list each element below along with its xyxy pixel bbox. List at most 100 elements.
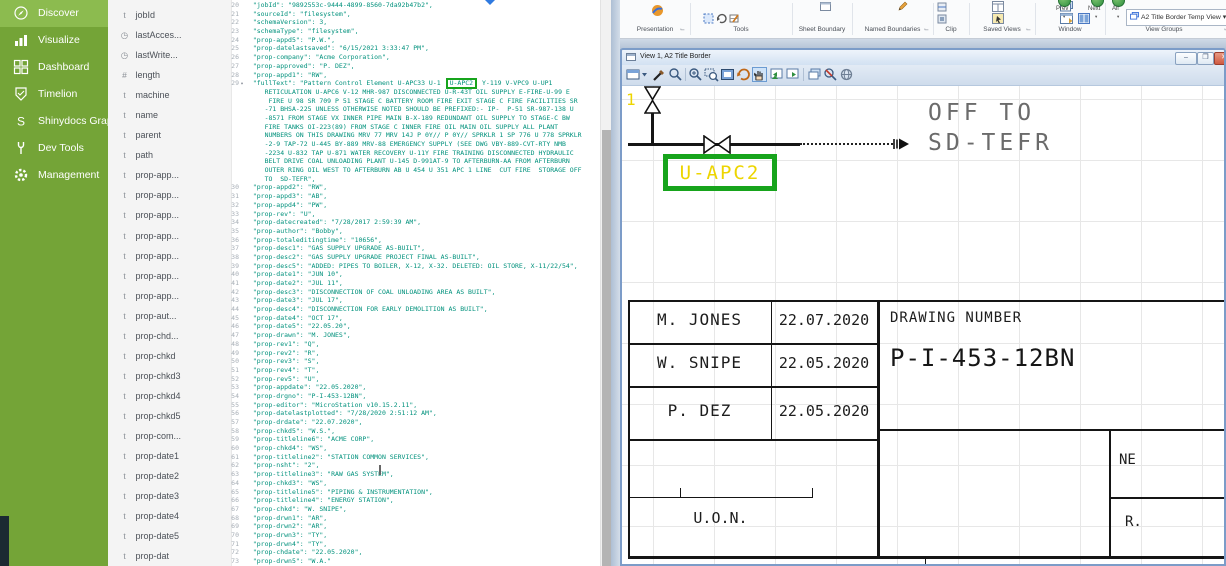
json-text: "prop-titleline6": "ACME CORP", — [245, 435, 374, 443]
sidebar-item-label: Discover — [38, 7, 79, 19]
dialog-launcher-icon[interactable]: ⌙ — [1026, 27, 1033, 34]
chevron-down-icon[interactable] — [641, 67, 648, 82]
presentation-icon[interactable] — [650, 3, 665, 18]
pan-view-icon[interactable] — [752, 67, 767, 82]
prev-button-label[interactable]: Prev — [1056, 6, 1068, 12]
json-line: 67 "prop-chkd": "W. SNIPE", — [226, 505, 600, 514]
field-list-item[interactable]: t prop-app... — [108, 225, 231, 245]
field-list-item[interactable]: t jobId — [108, 4, 231, 24]
field-list-item[interactable]: t machine — [108, 84, 231, 104]
edit-grid-tool-icon[interactable] — [729, 13, 740, 24]
chevron-down-icon[interactable]: ▾ — [1117, 14, 1119, 20]
field-list-item[interactable]: ◷ lastWrite... — [108, 44, 231, 64]
view-previous-icon[interactable] — [769, 67, 784, 82]
apply-saved-view-icon[interactable] — [992, 13, 1004, 24]
sidebar-item-shinydocs-graph[interactable]: S Shinydocs Graph — [0, 108, 108, 135]
field-label: parent — [135, 130, 161, 140]
field-list-item[interactable]: t prop-app... — [108, 184, 231, 204]
field-list-item[interactable]: t prop-chkd5 — [108, 405, 231, 425]
view-group-dropdown[interactable]: A2 Title Border Temp View ▾ — [1126, 9, 1226, 26]
group-label-sheet-boundary: Sheet Boundary — [792, 26, 852, 33]
field-list-item[interactable]: t prop-date4 — [108, 505, 231, 525]
json-text: TO SD-TEFR", — [245, 175, 315, 183]
rotate-view-icon[interactable] — [736, 67, 751, 82]
zoom-in-icon[interactable] — [688, 67, 703, 82]
sidebar-item-discover[interactable]: Discover — [0, 0, 108, 27]
field-label: name — [135, 110, 158, 120]
json-text: RETICULATION U-APC6 V-12 MHR-987 DISCONN… — [245, 88, 570, 96]
cancel-zoom-icon[interactable] — [823, 67, 838, 82]
sidebar-item-management[interactable]: Management — [0, 162, 108, 189]
tile-windows-icon[interactable] — [1078, 13, 1090, 24]
saved-views-icon[interactable] — [992, 1, 1004, 12]
field-list-item[interactable]: t prop-app... — [108, 204, 231, 224]
clip-mask-icon[interactable] — [937, 14, 947, 24]
field-list-item[interactable]: t prop-chkd3 — [108, 365, 231, 385]
field-list-item[interactable]: t parent — [108, 124, 231, 144]
dialog-launcher-icon[interactable]: ⌙ — [924, 27, 931, 34]
json-text: "prop-appd1": "RW", — [245, 71, 327, 79]
field-list-item[interactable]: # length — [108, 64, 231, 84]
all-button-label[interactable]: All — [1112, 6, 1119, 12]
title-block-border — [877, 300, 880, 556]
toolbar-separator — [803, 68, 804, 81]
zoom-icon[interactable] — [668, 67, 683, 82]
field-list-item[interactable]: t prop-chkd4 — [108, 385, 231, 405]
line-number: 47 — [226, 331, 239, 340]
view-next-icon[interactable] — [785, 67, 800, 82]
sidebar-item-dashboard[interactable]: Dashboard — [0, 54, 108, 81]
destination-text-line1: OFF TO — [928, 100, 1035, 126]
field-label: prop-app... — [135, 190, 179, 200]
new-window-icon[interactable] — [1060, 13, 1073, 24]
sidebar-item-visualize[interactable]: Visualize — [0, 27, 108, 54]
json-line: 53 "prop-appdate": "22.05.2020", — [226, 383, 600, 392]
link-view-icon[interactable] — [839, 67, 854, 82]
json-text: "prop-rev1": "Q", — [245, 340, 319, 348]
restore-button[interactable]: ❐ — [1197, 52, 1214, 65]
field-list-item[interactable]: t prop-dat — [108, 545, 231, 565]
chevron-down-icon[interactable]: ▾ — [1095, 14, 1097, 20]
rotate-tool-icon[interactable] — [716, 13, 727, 24]
line-number: 40 — [226, 270, 239, 279]
field-list-item[interactable]: t prop-app... — [108, 245, 231, 265]
field-list-item[interactable]: t prop-date3 — [108, 485, 231, 505]
field-list-item[interactable]: t name — [108, 104, 231, 124]
field-list-item[interactable]: t prop-chkd — [108, 345, 231, 365]
named-boundaries-pencil-icon[interactable] — [897, 1, 908, 12]
json-text: "prop-totaleditingtime": "10656", — [245, 236, 382, 244]
minimize-button[interactable]: – — [1175, 52, 1197, 65]
line-number: 37 — [226, 244, 239, 253]
field-list-item[interactable]: t prop-chd... — [108, 325, 231, 345]
json-text: "prop-drawn": "M. JONES", — [245, 331, 351, 339]
field-list-item[interactable]: t prop-date2 — [108, 465, 231, 485]
scrollbar-thumb[interactable] — [602, 130, 611, 566]
sidebar-item-dev-tools[interactable]: Dev Tools — [0, 135, 108, 162]
field-list-item[interactable]: t path — [108, 144, 231, 164]
field-list-item[interactable]: ◷ lastAcces... — [108, 24, 231, 44]
field-list-item[interactable]: t prop-date1 — [108, 445, 231, 465]
field-list-item[interactable]: t prop-date5 — [108, 525, 231, 545]
field-list-item[interactable]: t prop-app... — [108, 265, 231, 285]
cad-drawing-area[interactable]: 1 OFF TO SD-TEFR U-APC2 — [622, 86, 1224, 566]
dialog-launcher-icon[interactable]: ⌙ — [680, 27, 687, 34]
sidebar-item-timelion[interactable]: Timelion — [0, 81, 108, 108]
chevron-down-icon[interactable]: ▾ — [1063, 14, 1065, 20]
field-type-icon: ◷ — [118, 25, 131, 45]
clip-volume-icon[interactable] — [937, 2, 947, 12]
field-list-item[interactable]: t prop-com... — [108, 425, 231, 445]
view-brush-icon[interactable] — [652, 67, 667, 82]
text-cursor — [379, 465, 381, 475]
sheet-boundary-icon[interactable] — [820, 2, 831, 11]
copy-view-icon[interactable] — [807, 67, 822, 82]
zoom-window-icon[interactable] — [704, 67, 719, 82]
field-list-item[interactable]: t prop-app... — [108, 164, 231, 184]
next-button-label[interactable]: Next — [1088, 6, 1100, 12]
select-tool-icon[interactable] — [703, 13, 714, 24]
field-list-item[interactable]: t prop-app... — [108, 285, 231, 305]
json-line: 65 "prop-titleline5": "PIPING & INSTRUME… — [226, 488, 600, 497]
fit-view-icon[interactable] — [720, 67, 735, 82]
field-list-item[interactable]: t prop-aut... — [108, 305, 231, 325]
view-attributes-icon[interactable] — [626, 67, 641, 82]
close-button[interactable]: ✕ — [1214, 52, 1226, 65]
view-title-bar[interactable]: View 1, A2 Title Border – ❐ ✕ — [622, 50, 1224, 66]
